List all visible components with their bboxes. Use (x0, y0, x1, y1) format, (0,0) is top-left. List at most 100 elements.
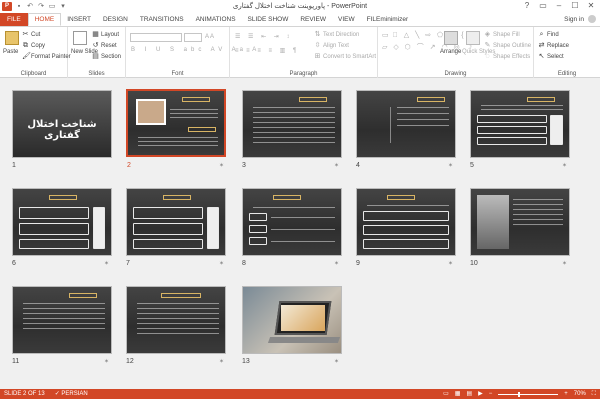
text-line (138, 137, 218, 138)
slide-thumbnail-6[interactable] (12, 188, 112, 256)
align-text-button[interactable]: ⇳ Align Text (314, 42, 349, 49)
text-direction-button[interactable]: ⇅ Text Direction (314, 31, 360, 38)
slide-thumbnail-9[interactable] (356, 188, 456, 256)
paste-icon[interactable] (5, 31, 19, 45)
text-line (513, 214, 563, 215)
slide-heading (69, 293, 97, 298)
slide-heading (527, 97, 555, 102)
ribbon-display-button[interactable]: ▭ (536, 0, 550, 11)
text-line (397, 119, 449, 120)
reading-view-icon[interactable]: ▤ (466, 389, 472, 399)
reset-button[interactable]: ↺ Reset (92, 42, 117, 49)
reset-label: Reset (101, 42, 117, 49)
ribbon: Paste ✂ Cut ⧉ Copy 🖌 Format Painter Clipboa… (0, 26, 600, 78)
font-name-box[interactable] (130, 33, 182, 42)
find-button[interactable]: ⌕ Find (538, 31, 559, 38)
zoom-slider-knob[interactable] (517, 391, 520, 397)
slideshow-view-icon[interactable]: ▶ (478, 389, 483, 399)
shapes-gallery[interactable]: ▭ ⃝ △ ╲ ⇨ ⬠ ☆ { } (382, 31, 474, 39)
fit-to-window-icon[interactable]: ⛶ (592, 389, 596, 399)
transition-icon[interactable]: ✶ (334, 358, 339, 365)
shape-effects-button[interactable]: ◌ Shape Effects (484, 53, 530, 60)
minimize-button[interactable]: – (552, 0, 566, 11)
slide-thumbnail-7[interactable] (126, 188, 226, 256)
text-line (253, 112, 335, 113)
tab-transitions[interactable]: TRANSITIONS (134, 13, 190, 26)
tab-slide-show[interactable]: SLIDE SHOW (242, 13, 295, 26)
slide-thumbnail-5[interactable] (470, 90, 570, 158)
cut-button[interactable]: ✂ Cut (22, 31, 41, 38)
zoom-in-button[interactable]: + (564, 389, 568, 399)
transition-icon[interactable]: ✶ (448, 162, 453, 169)
slide-thumbnail-11[interactable] (12, 286, 112, 354)
transition-icon[interactable]: ✶ (104, 358, 109, 365)
shape-fill-button[interactable]: ◈ Shape Fill (484, 31, 520, 38)
new-slide-icon[interactable] (73, 31, 87, 45)
shape-outline-button[interactable]: ✎ Shape Outline (484, 42, 531, 49)
tab-file[interactable]: FILE (0, 13, 28, 26)
transition-icon[interactable]: ✶ (448, 260, 453, 267)
close-button[interactable]: ✕ (584, 0, 598, 11)
text-line (253, 127, 335, 128)
text-line (253, 122, 335, 123)
tab-fileminimizer[interactable]: FILEminimizer (361, 13, 415, 26)
slide-sorter-view-icon[interactable]: ▦ (455, 389, 461, 399)
sign-in[interactable]: Sign in (564, 15, 596, 23)
arrange-icon[interactable] (444, 31, 458, 45)
slide-thumbnail-13[interactable] (242, 286, 342, 354)
avatar[interactable] (588, 15, 596, 23)
zoom-slider[interactable] (498, 391, 559, 397)
slide-thumbnail-10[interactable] (470, 188, 570, 256)
list-buttons[interactable]: ☰ ☰ ⇤ ⇥ ↕ (235, 33, 292, 40)
transition-icon[interactable]: ✶ (334, 162, 339, 169)
align-text-label: Align Text (323, 42, 349, 49)
zoom-level[interactable]: 70% (574, 389, 586, 399)
transition-icon[interactable]: ✶ (219, 162, 224, 169)
slide-thumbnail-1[interactable]: شناخت اختلال گفتاری (12, 90, 112, 158)
transition-icon[interactable]: ✶ (219, 260, 224, 267)
quick-styles-icon[interactable] (466, 31, 480, 45)
convert-smartart-button[interactable]: ⊞ Convert to SmartArt (314, 53, 376, 60)
tab-design[interactable]: DESIGN (97, 13, 134, 26)
replace-button[interactable]: ⇄ Replace (538, 42, 569, 49)
slide-number: 7 (126, 260, 130, 267)
tab-home[interactable]: HOME (27, 13, 62, 26)
maximize-button[interactable]: ☐ (568, 0, 582, 11)
text-line (253, 137, 335, 138)
slide-thumbnail-4[interactable] (356, 90, 456, 158)
paste-button[interactable]: Paste (3, 49, 18, 55)
help-button[interactable]: ? (520, 0, 534, 11)
arrange-button[interactable]: Arrange (440, 49, 461, 55)
layout-button[interactable]: ▦ Layout (92, 31, 119, 38)
reset-icon: ↺ (92, 42, 99, 49)
slide-thumbnail-2[interactable] (126, 89, 226, 157)
tab-insert[interactable]: INSERT (61, 13, 97, 26)
language-label: PERSIAN (61, 391, 88, 397)
format-painter-button[interactable]: 🖌 Format Painter (22, 53, 71, 60)
transition-icon[interactable]: ✶ (219, 358, 224, 365)
language-indicator[interactable]: ✓ PERSIAN (55, 389, 88, 399)
slide-thumbnail-8[interactable] (242, 188, 342, 256)
sign-in-label[interactable]: Sign in (564, 16, 584, 23)
font-size-box[interactable] (184, 33, 202, 42)
align-buttons[interactable]: ≡ ≡ ≡ ≡ ▥ ¶ (235, 47, 299, 54)
section-button[interactable]: ▤ Section (92, 53, 121, 60)
text-line (137, 333, 219, 334)
copy-button[interactable]: ⧉ Copy (22, 42, 45, 49)
text-line (23, 318, 105, 319)
zoom-out-button[interactable]: − (489, 389, 493, 399)
slide-thumbnail-3[interactable] (242, 90, 342, 158)
shape-effects-label: Shape Effects (493, 53, 531, 60)
normal-view-icon[interactable]: ▭ (443, 389, 449, 399)
select-button[interactable]: ↖ Select (538, 53, 564, 60)
transition-icon[interactable]: ✶ (562, 260, 567, 267)
content-box (363, 211, 449, 221)
tab-view[interactable]: VIEW (332, 13, 361, 26)
slide-thumbnail-12[interactable] (126, 286, 226, 354)
tab-review[interactable]: REVIEW (294, 13, 332, 26)
transition-icon[interactable]: ✶ (562, 162, 567, 169)
transition-icon[interactable]: ✶ (104, 260, 109, 267)
font-size-buttons[interactable]: A A (205, 34, 214, 40)
transition-icon[interactable]: ✶ (334, 260, 339, 267)
tab-animations[interactable]: ANIMATIONS (190, 13, 242, 26)
